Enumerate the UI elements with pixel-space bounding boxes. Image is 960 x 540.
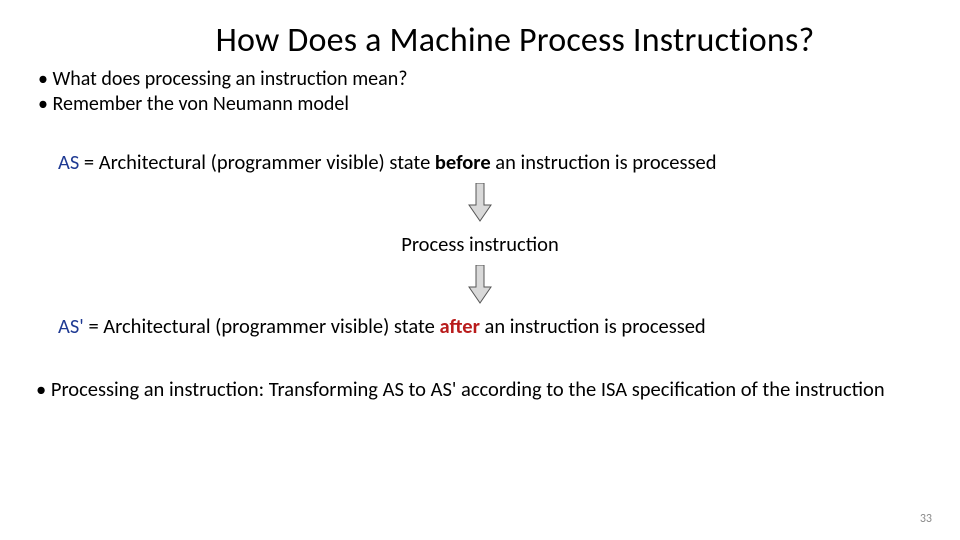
asp-tail: an instruction is processed: [480, 313, 706, 339]
intro-bullet: Remember the von Neumann model: [38, 92, 930, 117]
arrow-row: [30, 183, 930, 223]
intro-bullet: What does processing an instruction mean…: [38, 67, 930, 92]
page-number: 33: [920, 512, 932, 526]
as-tail: an instruction is processed: [491, 149, 717, 175]
before-word: before: [435, 149, 491, 175]
as-line: AS = Architectural (programmer visible) …: [30, 149, 930, 175]
intro-bullet-list: What does processing an instruction mean…: [38, 67, 930, 117]
arrow-path: [469, 265, 491, 303]
arrow-row: [30, 265, 930, 305]
down-arrow-icon: [461, 265, 499, 305]
after-word: after: [439, 313, 479, 339]
arrow-path: [469, 183, 491, 221]
down-arrow-icon: [461, 183, 499, 223]
as-label: AS: [58, 149, 79, 175]
summary-bullet: Processing an instruction: Transforming …: [36, 377, 930, 401]
slide-title: How Does a Machine Process Instructions?: [100, 20, 930, 61]
as-body: = Architectural (programmer visible) sta…: [79, 149, 435, 175]
asp-label: AS': [58, 313, 84, 339]
process-instruction-label: Process instruction: [30, 231, 930, 257]
asp-body: = Architectural (programmer visible) sta…: [84, 313, 440, 339]
slide: How Does a Machine Process Instructions?…: [0, 0, 960, 540]
asp-line: AS' = Architectural (programmer visible)…: [30, 313, 930, 339]
summary-bullet-list: Processing an instruction: Transforming …: [36, 377, 930, 401]
state-diagram: AS = Architectural (programmer visible) …: [30, 149, 930, 339]
